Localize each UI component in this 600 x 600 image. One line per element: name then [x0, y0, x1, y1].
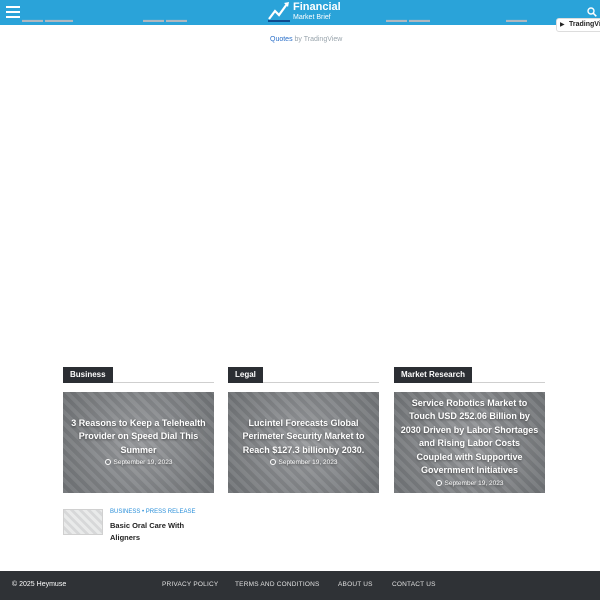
- footer-brand-link[interactable]: Heymuse: [37, 581, 67, 588]
- article-title[interactable]: Service Robotics Market to Touch USD 252…: [400, 397, 539, 477]
- ticker-item[interactable]: ▬▬▬ ▬▬▬: [386, 17, 430, 24]
- footer-link-contact-us[interactable]: CONTACT US: [392, 581, 436, 588]
- ticker-item[interactable]: ▬▬▬ ▬▬▬: [143, 17, 187, 24]
- tradingview-badge[interactable]: TradingView: [556, 18, 600, 32]
- article-title[interactable]: 3 Reasons to Keep a Telehealth Provider …: [69, 417, 208, 457]
- category-header-legal: Legal: [228, 367, 379, 383]
- category-header-market-research: Market Research: [394, 367, 545, 383]
- clock-icon: [435, 480, 442, 486]
- post-tags[interactable]: BUSINESS • PRESS RELEASE: [110, 509, 195, 515]
- footer-link-about-us[interactable]: ABOUT US: [338, 581, 373, 588]
- article-date-text: September 19, 2023: [113, 459, 173, 466]
- footer-link-terms[interactable]: TERMS AND CONDITIONS: [235, 581, 320, 588]
- post-title[interactable]: Basic Oral Care With Aligners: [110, 520, 210, 543]
- article-card[interactable]: Lucintel Forecasts Global Perimeter Secu…: [228, 392, 379, 493]
- ticker-attribution: Quotes by TradingView: [270, 36, 342, 43]
- ticker-item[interactable]: ▬▬▬: [506, 17, 527, 24]
- clock-icon: [104, 459, 111, 465]
- category-label[interactable]: Business: [63, 367, 113, 383]
- copyright: © 2025 Heymuse: [12, 581, 66, 588]
- site-footer: © 2025 Heymuse PRIVACY POLICY TERMS AND …: [0, 571, 600, 600]
- search-icon[interactable]: [587, 7, 597, 17]
- article-date-text: September 19, 2023: [278, 459, 338, 466]
- article-date-text: September 19, 2023: [444, 480, 504, 487]
- attribution-suffix: by TradingView: [294, 36, 343, 43]
- article-date: September 19, 2023: [228, 459, 379, 466]
- quotes-link[interactable]: Quotes: [270, 36, 293, 43]
- logo-title: Financial: [293, 1, 341, 13]
- ticker-tape[interactable]: ▬▬▬ ▬▬▬▬ ▬▬▬ ▬▬▬ ▬▬▬ ▬▬▬ ▬▬▬: [0, 17, 600, 29]
- footer-link-privacy-policy[interactable]: PRIVACY POLICY: [162, 581, 218, 588]
- post-thumbnail[interactable]: [63, 509, 103, 535]
- copyright-text: © 2025: [12, 581, 35, 588]
- article-title[interactable]: Lucintel Forecasts Global Perimeter Secu…: [234, 417, 373, 457]
- category-label[interactable]: Market Research: [394, 367, 473, 383]
- category-label[interactable]: Legal: [228, 367, 263, 383]
- category-header-business: Business: [63, 367, 214, 383]
- article-date: September 19, 2023: [394, 480, 545, 487]
- clock-icon: [269, 459, 276, 465]
- article-card[interactable]: 3 Reasons to Keep a Telehealth Provider …: [63, 392, 214, 493]
- ticker-item[interactable]: ▬▬▬ ▬▬▬▬: [22, 17, 73, 24]
- article-date: September 19, 2023: [63, 459, 214, 466]
- article-card[interactable]: Service Robotics Market to Touch USD 252…: [394, 392, 545, 493]
